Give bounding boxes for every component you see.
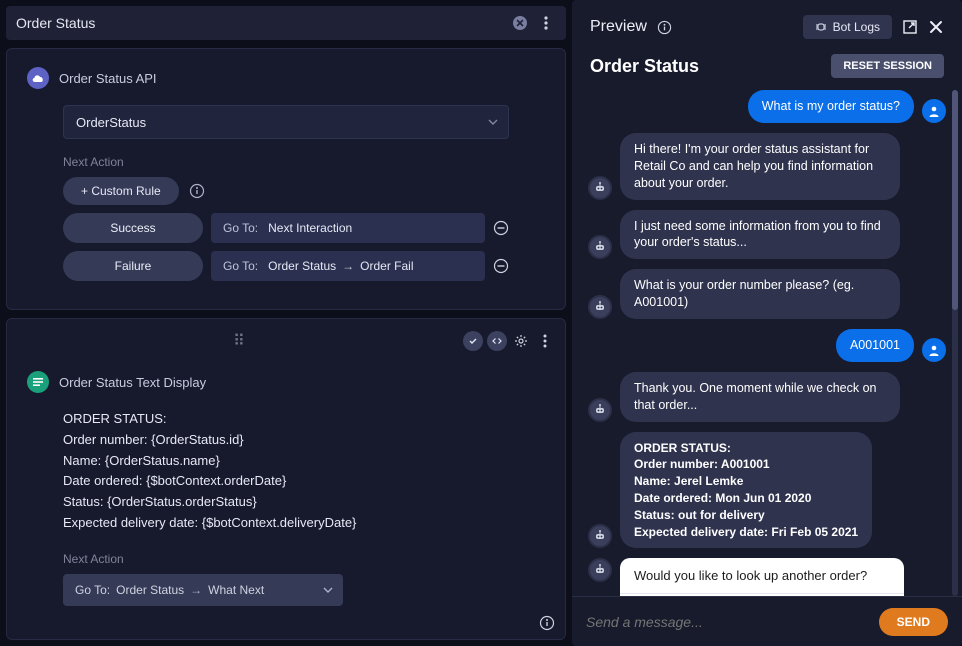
failure-label: Failure [63,251,203,281]
scrollbar-thumb[interactable] [952,90,958,310]
text-display-card: ⠿ Order Status Text Display ORDER STATUS… [6,318,566,640]
arrow-right-icon: → [342,259,354,273]
info-icon[interactable] [189,183,205,199]
flow-header: Order Status [6,6,566,40]
drag-handle-icon[interactable]: ⠿ [233,331,247,351]
remove-success-icon[interactable] [493,220,509,236]
preview-tab-label: Preview [590,18,647,36]
bot-avatar-icon [588,295,612,319]
chat-bubble: What is my order status? [748,90,914,123]
popout-icon[interactable] [902,19,918,35]
bot-avatar-icon [588,176,612,200]
card-info-icon[interactable] [539,615,555,631]
chevron-down-icon [323,587,333,593]
close-flow-icon[interactable] [510,13,530,33]
chat-bubble: What is your order number please? (eg. A… [620,269,900,319]
gear-icon[interactable] [511,331,531,351]
prompt-card: Would you like to look up another order?… [620,558,904,596]
user-avatar-icon [922,99,946,123]
bug-icon [815,21,827,33]
arrow-right-icon: → [190,583,202,597]
text-lines-icon [27,371,49,393]
bot-avatar-icon [588,235,612,259]
chat-message-user: What is my order status? [588,90,946,123]
chat-bubble: I just need some information from you to… [620,210,900,260]
code-icon[interactable] [487,331,507,351]
chat-message-user: A001001 [588,329,946,362]
chat-status-bubble: ORDER STATUS: Order number: A001001 Name… [620,432,872,549]
user-avatar-icon [922,338,946,362]
chat-message-bot: Would you like to look up another order?… [588,558,946,596]
chat-message-bot: Thank you. One moment while we check on … [588,372,946,422]
remove-failure-icon[interactable] [493,258,509,274]
chat-area: What is my order status? Hi there! I'm y… [572,90,962,596]
chat-bubble: Thank you. One moment while we check on … [620,372,900,422]
prompt-option-yes[interactable]: Yes [620,593,904,596]
chat-message-bot: What is your order number please? (eg. A… [588,269,946,319]
add-custom-rule-button[interactable]: + Custom Rule [63,177,179,205]
bot-avatar-icon [588,558,612,582]
text-card-title: Order Status Text Display [59,375,206,390]
api-card: Order Status API OrderStatus Next Action… [6,48,566,310]
next-action-label: Next Action [63,155,509,169]
preview-info-icon[interactable] [657,20,672,35]
flow-more-icon[interactable] [536,13,556,33]
chat-input-row: SEND [572,596,962,646]
send-button[interactable]: SEND [879,608,948,636]
success-goto[interactable]: Go To: Next Interaction [211,213,485,243]
api-select[interactable]: OrderStatus [63,105,509,139]
bot-avatar-icon [588,398,612,422]
text-goto-select[interactable]: Go To: Order Status → What Next [63,574,343,606]
success-label: Success [63,213,203,243]
chevron-down-icon [488,119,498,125]
chat-bubble: A001001 [836,329,914,362]
cloud-icon [27,67,49,89]
bot-avatar-icon [588,524,612,548]
failure-goto[interactable]: Go To: Order Status → Order Fail [211,251,485,281]
flow-title: Order Status [16,15,95,31]
scrollbar[interactable] [952,90,958,596]
chat-input[interactable] [586,614,869,630]
preview-panel: Preview Bot Logs Order Status RESET SESS… [572,0,962,646]
chat-message-bot: I just need some information from you to… [588,210,946,260]
reset-session-button[interactable]: RESET SESSION [831,54,944,78]
card-more-icon[interactable] [535,331,555,351]
close-preview-icon[interactable] [928,19,944,35]
api-card-title: Order Status API [59,71,157,86]
bot-logs-button[interactable]: Bot Logs [803,15,892,39]
chat-message-bot: ORDER STATUS: Order number: A001001 Name… [588,432,946,549]
text-next-action-label: Next Action [63,552,509,566]
check-icon[interactable] [463,331,483,351]
api-select-value: OrderStatus [76,115,146,130]
chat-message-bot: Hi there! I'm your order status assistan… [588,133,946,200]
chat-bubble: Hi there! I'm your order status assistan… [620,133,900,200]
preview-heading: Order Status [590,56,699,77]
prompt-question: Would you like to look up another order? [620,558,904,593]
text-body[interactable]: ORDER STATUS: Order number: {OrderStatus… [63,409,509,534]
